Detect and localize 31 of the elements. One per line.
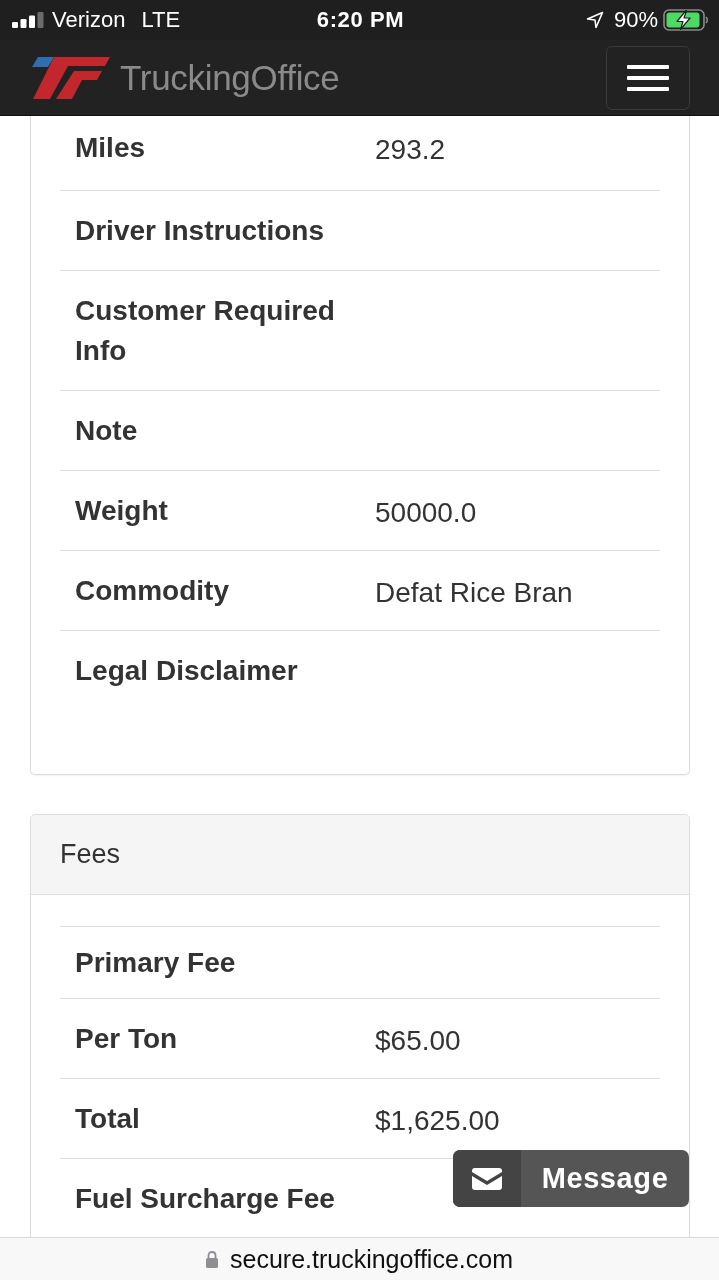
battery-percent: 90%	[613, 7, 658, 33]
mail-icon	[472, 1167, 502, 1190]
brand-name[interactable]: TruckingOffice	[120, 57, 340, 98]
row-value: 50000.0	[374, 496, 478, 530]
carrier-name: Verizon	[52, 7, 126, 33]
row-label: Fuel Surcharge Fee	[74, 1182, 336, 1216]
row-label: Note	[74, 414, 139, 448]
menu-button[interactable]	[606, 45, 690, 110]
message-button[interactable]: Message	[453, 1150, 689, 1207]
row-label: Total	[74, 1102, 141, 1136]
row-label: Per Ton	[74, 1022, 179, 1056]
row-value: $65.00	[374, 1024, 462, 1058]
row-label: Primary Fee	[74, 946, 237, 980]
lock-icon	[206, 1250, 218, 1268]
row-value: Defat Rice Bran	[374, 576, 574, 610]
row-value: $1,625.00	[374, 1104, 501, 1138]
url-text[interactable]: secure.truckingoffice.com	[230, 1244, 513, 1274]
clock-time: 6:20 PM	[316, 7, 405, 33]
logo-icon[interactable]	[30, 55, 110, 100]
row-label: Miles	[74, 131, 147, 165]
row-value: 293.2	[374, 133, 447, 167]
row-label: Commodity	[74, 574, 230, 608]
row-label: Customer Required Info	[74, 294, 336, 368]
card-title: Fees	[60, 839, 121, 870]
location-arrow-icon	[585, 11, 604, 29]
signal-icon	[12, 12, 44, 28]
row-label: Driver Instructions	[74, 214, 325, 248]
row-label: Weight	[74, 494, 169, 528]
row-label: Legal Disclaimer	[74, 654, 299, 688]
network-type: LTE	[141, 7, 181, 33]
menu-icon	[627, 64, 669, 91]
